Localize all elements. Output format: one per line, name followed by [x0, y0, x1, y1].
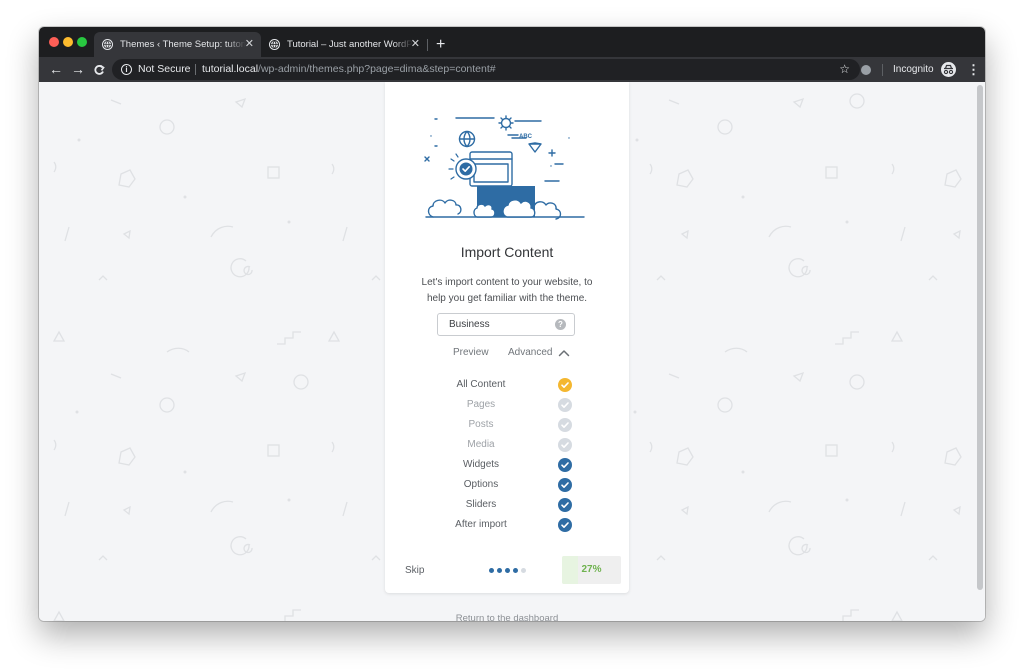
option-label-after-import: After import — [455, 519, 507, 530]
browser-window: Themes ‹ Theme Setup: tutorial ✕ Tutoria… — [39, 27, 985, 621]
help-icon[interactable]: ? — [555, 319, 566, 330]
progress-label: 27% — [581, 564, 602, 575]
tab-themes[interactable]: Themes ‹ Theme Setup: tutorial ✕ — [94, 32, 261, 57]
checkbox-pages[interactable] — [558, 398, 572, 412]
skip-button[interactable]: Skip — [405, 564, 424, 578]
advanced-toggle[interactable]: Advanced — [508, 346, 552, 360]
checkbox-sliders[interactable] — [558, 498, 572, 512]
illustration-text: ABC — [519, 134, 533, 140]
security-label: Not Secure — [138, 63, 191, 75]
incognito-label: Incognito — [893, 64, 934, 75]
toolbar-separator — [882, 64, 883, 76]
demo-select-value: Business — [449, 319, 490, 330]
scrollbar[interactable] — [976, 82, 985, 621]
tab-strip: Themes ‹ Theme Setup: tutorial ✕ Tutoria… — [39, 27, 985, 57]
url-host: tutorial.local — [202, 63, 259, 75]
setup-card: ABC Import Content Let's import content … — [385, 82, 629, 593]
address-bar[interactable]: i Not Secure tutorial.local/wp-admin/the… — [112, 59, 860, 80]
tab-close-icon[interactable]: ✕ — [411, 32, 420, 57]
step-dot-2 — [497, 568, 502, 573]
progress-button[interactable]: 27% — [562, 556, 621, 584]
globe-icon — [102, 39, 113, 50]
option-label-posts: Posts — [468, 419, 494, 430]
back-button[interactable]: ← — [49, 57, 63, 82]
return-dashboard-link[interactable]: Return to the dashboard — [385, 613, 629, 621]
maximize-window-button[interactable] — [77, 37, 87, 47]
address-divider — [195, 64, 196, 75]
reload-button[interactable] — [93, 57, 105, 82]
step-dot-1 — [489, 568, 494, 573]
step-dot-4 — [513, 568, 518, 573]
page-title: Import Content — [460, 244, 554, 260]
option-label-media: Media — [467, 439, 495, 450]
extension-icon[interactable] — [861, 65, 871, 75]
page-content: ABC Import Content Let's import content … — [39, 82, 985, 621]
option-label-pages: Pages — [466, 399, 496, 410]
option-label-all-content: All Content — [456, 379, 506, 390]
url-text[interactable]: tutorial.local/wp-admin/themes.php?page=… — [202, 59, 496, 80]
import-illustration: ABC — [424, 115, 585, 220]
tab-separator — [427, 39, 428, 51]
incognito-icon[interactable] — [941, 62, 956, 77]
option-label-options: Options — [463, 479, 499, 490]
checkbox-media[interactable] — [558, 438, 572, 452]
menu-icon[interactable]: ⋮ — [967, 57, 980, 82]
tab-close-icon[interactable]: ✕ — [245, 32, 254, 57]
close-window-button[interactable] — [49, 37, 59, 47]
demo-select[interactable]: Business ? — [437, 313, 575, 336]
forward-button[interactable]: → — [71, 57, 85, 82]
browser-toolbar: ← → i Not Secure tutorial.local/wp-admin… — [39, 57, 985, 82]
checkbox-after-import[interactable] — [558, 518, 572, 532]
step-dot-3 — [505, 568, 510, 573]
checkbox-posts[interactable] — [558, 418, 572, 432]
url-path: /wp-admin/themes.php?page=dima&step=cont… — [258, 63, 496, 75]
bookmark-star-icon[interactable]: ☆ — [839, 59, 850, 80]
option-label-widgets: Widgets — [462, 459, 500, 470]
tab-tutorial[interactable]: Tutorial – Just another WordPress site ✕ — [261, 32, 427, 57]
minimize-window-button[interactable] — [63, 37, 73, 47]
tab-title: Themes ‹ Theme Setup: tutorial — [120, 39, 246, 50]
scrollbar-thumb[interactable] — [977, 85, 983, 590]
checkbox-options[interactable] — [558, 478, 572, 492]
new-tab-button[interactable]: + — [436, 32, 445, 57]
option-label-sliders: Sliders — [465, 499, 497, 510]
chevron-up-icon[interactable] — [558, 348, 570, 358]
description-text: Let's import content to your website, to… — [421, 277, 593, 304]
checkbox-all-content[interactable] — [558, 378, 572, 392]
checkbox-widgets[interactable] — [558, 458, 572, 472]
step-dot-5 — [521, 568, 526, 573]
reload-icon — [94, 64, 105, 75]
globe-icon — [269, 39, 280, 50]
tab-title: Tutorial – Just another WordPress site — [287, 39, 413, 50]
info-icon[interactable]: i — [121, 64, 132, 75]
preview-link[interactable]: Preview — [453, 346, 489, 360]
